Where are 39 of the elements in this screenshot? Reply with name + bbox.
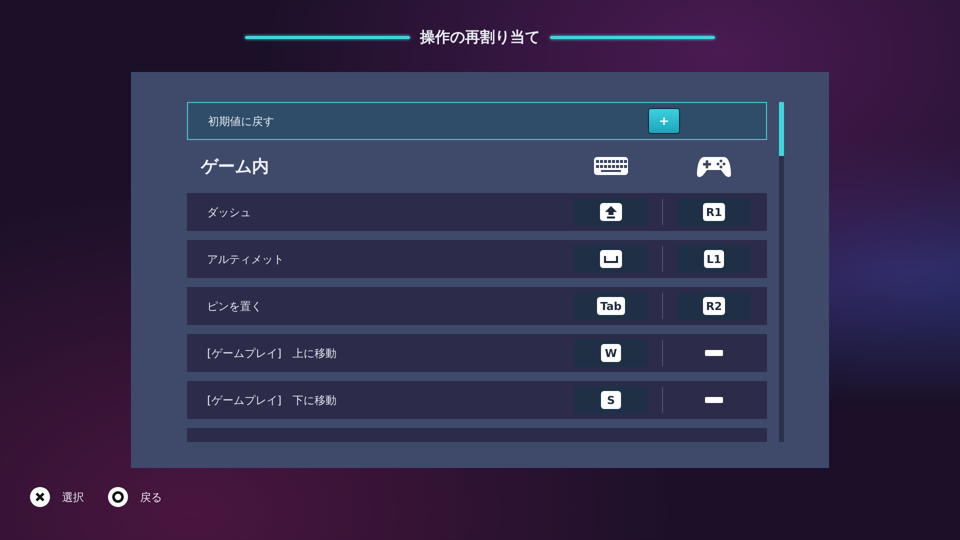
scrollbar[interactable] bbox=[779, 102, 784, 442]
screen-title: 操作の再割り当て bbox=[420, 28, 540, 46]
key-cap: S bbox=[601, 391, 621, 409]
button-slot[interactable]: L1 bbox=[677, 245, 751, 273]
unbound-dash bbox=[705, 350, 723, 356]
key-slot[interactable]: S bbox=[574, 386, 648, 414]
reset-row[interactable]: 初期値に戻す + bbox=[187, 102, 767, 140]
hint-label: 戻る bbox=[140, 490, 162, 504]
binding-row[interactable]: [ゲームプレイ] 下に移動 S bbox=[187, 381, 767, 419]
key-slot[interactable] bbox=[574, 245, 648, 273]
reset-label: 初期値に戻す bbox=[208, 114, 275, 128]
key-slot[interactable]: W bbox=[574, 339, 648, 367]
space-key-icon bbox=[600, 250, 622, 268]
binding-row[interactable]: ダッシュ R1 bbox=[187, 193, 767, 231]
key-slot[interactable] bbox=[574, 198, 648, 226]
action-label: [ゲームプレイ] 上に移動 bbox=[207, 346, 338, 360]
action-label: ダッシュ bbox=[207, 204, 252, 220]
action-label: ピンを置く bbox=[207, 298, 263, 314]
button-slot[interactable]: R1 bbox=[677, 198, 751, 226]
key-slot[interactable]: Tab bbox=[574, 292, 648, 320]
circle-button-icon bbox=[108, 487, 128, 507]
button-cap: R2 bbox=[702, 297, 726, 315]
shift-key-icon bbox=[600, 203, 622, 221]
section-title: ゲーム内 bbox=[201, 156, 270, 178]
binding-row[interactable]: [ゲームプレイ] 上に移動 W bbox=[187, 334, 767, 372]
keyboard-icon bbox=[593, 156, 629, 176]
unbound-dash bbox=[705, 397, 723, 403]
action-label: アルティメット bbox=[207, 252, 285, 266]
action-label: [ゲームプレイ] 下に移動 bbox=[207, 392, 338, 408]
button-slot[interactable]: R2 bbox=[677, 292, 751, 320]
binding-row[interactable]: アルティメット L1 bbox=[187, 240, 767, 278]
button-cap: L1 bbox=[704, 250, 724, 268]
binding-row[interactable]: ピンを置く Tab R2 bbox=[187, 287, 767, 325]
button-cap: R1 bbox=[702, 203, 726, 221]
key-cap: W bbox=[601, 344, 621, 362]
key-cap: Tab bbox=[597, 297, 625, 315]
scroll-thumb[interactable] bbox=[779, 102, 784, 156]
hint-label: 選択 bbox=[62, 490, 84, 504]
cross-button-icon bbox=[30, 487, 50, 507]
